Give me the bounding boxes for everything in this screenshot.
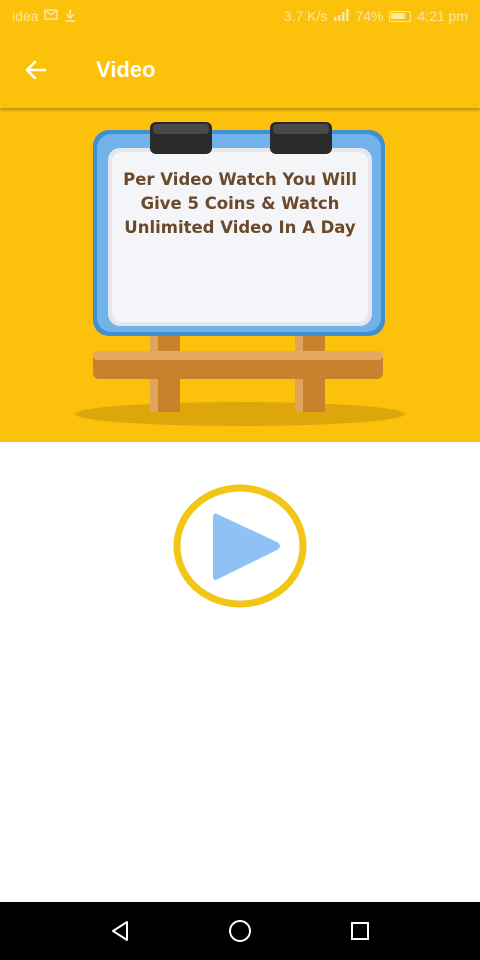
arrow-left-icon [25, 60, 47, 80]
battery-icon [389, 10, 412, 22]
download-icon [64, 9, 76, 24]
status-right: 3.7 K/s 74% 4:21 pm [284, 8, 468, 24]
billboard-illustration [75, 122, 405, 426]
battery-percent: 74% [355, 8, 384, 24]
page-title: Video [96, 57, 156, 82]
nav-back-icon [112, 921, 128, 941]
status-bar: idea 3.7 K/s 74% 4:21 pm [0, 0, 480, 32]
nav-recents-icon [351, 922, 369, 940]
play-icon [173, 484, 307, 608]
signal-icon [333, 9, 349, 23]
nav-home-icon [229, 920, 251, 942]
board-text: Per Video Watch You Will Give 5 Coins & … [123, 170, 357, 237]
banner: Per Video Watch You Will Give 5 Coins & … [0, 108, 480, 442]
message-icon [44, 9, 59, 23]
network-speed: 3.7 K/s [283, 8, 328, 24]
status-left: idea [12, 8, 76, 24]
nav-home-button[interactable] [216, 907, 264, 955]
back-button[interactable] [0, 32, 72, 108]
app-bar: Video [0, 32, 480, 108]
carrier-label: idea [12, 8, 39, 24]
system-nav-bar [0, 902, 480, 960]
nav-back-button[interactable] [96, 907, 144, 955]
clock: 4:21 pm [417, 8, 468, 24]
play-video-button[interactable] [173, 484, 307, 608]
nav-recents-button[interactable] [336, 907, 384, 955]
